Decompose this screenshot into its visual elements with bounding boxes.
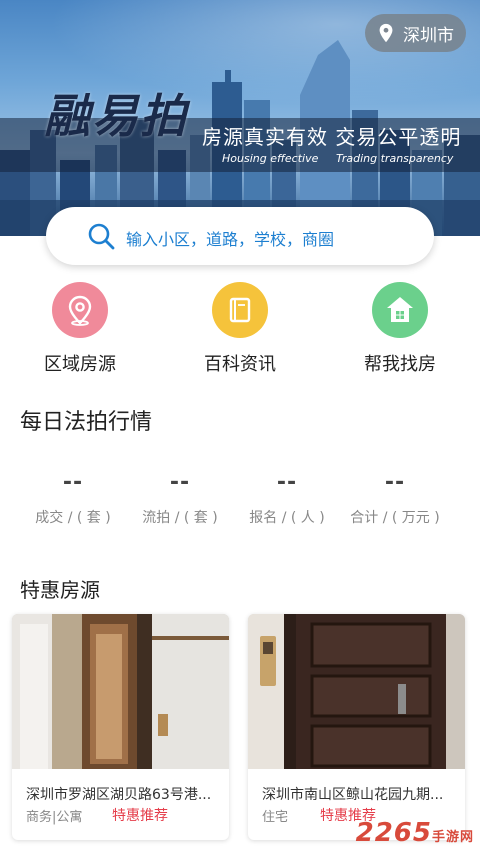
- location-pin-icon: [379, 23, 393, 43]
- slogan-en-right: Trading transparency: [336, 152, 454, 165]
- stat-value: --: [62, 470, 84, 495]
- stat-deals: -- 成交 / ( 套 ): [18, 470, 128, 527]
- stat-value: --: [384, 470, 406, 495]
- category-icon-bg: [372, 282, 428, 338]
- city-selector-button[interactable]: 深圳市: [365, 14, 466, 52]
- category-label: 区域房源: [44, 354, 116, 375]
- category-label: 帮我找房: [364, 354, 436, 375]
- listing-photo: [12, 614, 229, 769]
- category-encyclopedia[interactable]: 百科资讯: [170, 282, 310, 376]
- brand-logo: 融易拍: [44, 89, 188, 143]
- stat-value: --: [169, 470, 191, 495]
- banner: 融易拍 房源真实有效 交易公平透明 Housing effective Trad…: [0, 0, 480, 236]
- slogan-text: 房源真实有效 交易公平透明: [202, 125, 462, 149]
- stat-failed: -- 流拍 / ( 套 ): [125, 470, 235, 527]
- stat-total: -- 合计 / ( 万元 ): [340, 470, 450, 527]
- category-find-house[interactable]: 帮我找房: [330, 282, 470, 376]
- category-icon-bg: [212, 282, 268, 338]
- stat-label: 流拍 / ( 套 ): [142, 510, 218, 526]
- search-icon: [88, 223, 115, 250]
- watermark-suffix: 手游网: [431, 830, 474, 845]
- location-pin-icon: [68, 295, 92, 326]
- stat-label: 成交 / ( 套 ): [35, 510, 111, 526]
- stat-label: 报名 / ( 人 ): [249, 510, 325, 526]
- search-bar[interactable]: 输入小区，道路，学校，商圈: [46, 207, 434, 265]
- listing-title: 深圳市南山区鲸山花园九期...: [262, 787, 444, 803]
- slogan-en-left: Housing effective: [222, 152, 319, 165]
- stat-registrations: -- 报名 / ( 人 ): [232, 470, 342, 527]
- daily-market-title: 每日法拍行情: [20, 410, 153, 435]
- stat-value: --: [276, 470, 298, 495]
- listing-card[interactable]: 深圳市南山区鲸山花园九期... 住宅 特惠推荐: [248, 614, 465, 840]
- listing-type: 住宅: [262, 810, 289, 825]
- city-label: 深圳市: [403, 25, 454, 46]
- stat-label: 合计 / ( 万元 ): [350, 510, 440, 526]
- site-watermark: 2265手游网: [356, 818, 474, 848]
- category-label: 百科资讯: [204, 354, 276, 375]
- book-icon: [229, 297, 251, 323]
- search-placeholder: 输入小区，道路，学校，商圈: [126, 230, 335, 249]
- listing-card[interactable]: 深圳市罗湖区湖贝路63号港... 商务|公寓 特惠推荐: [12, 614, 229, 840]
- house-icon: [387, 297, 413, 322]
- watermark-brand: 2265: [355, 818, 432, 848]
- category-area-listings[interactable]: 区域房源: [10, 282, 150, 376]
- category-icon-bg: [52, 282, 108, 338]
- special-listings-title: 特惠房源: [20, 578, 100, 602]
- listing-type: 商务|公寓: [26, 810, 83, 825]
- listing-title: 深圳市罗湖区湖贝路63号港...: [26, 787, 212, 803]
- listing-photo: [248, 614, 465, 769]
- listing-promo-tag: 特惠推荐: [112, 808, 168, 824]
